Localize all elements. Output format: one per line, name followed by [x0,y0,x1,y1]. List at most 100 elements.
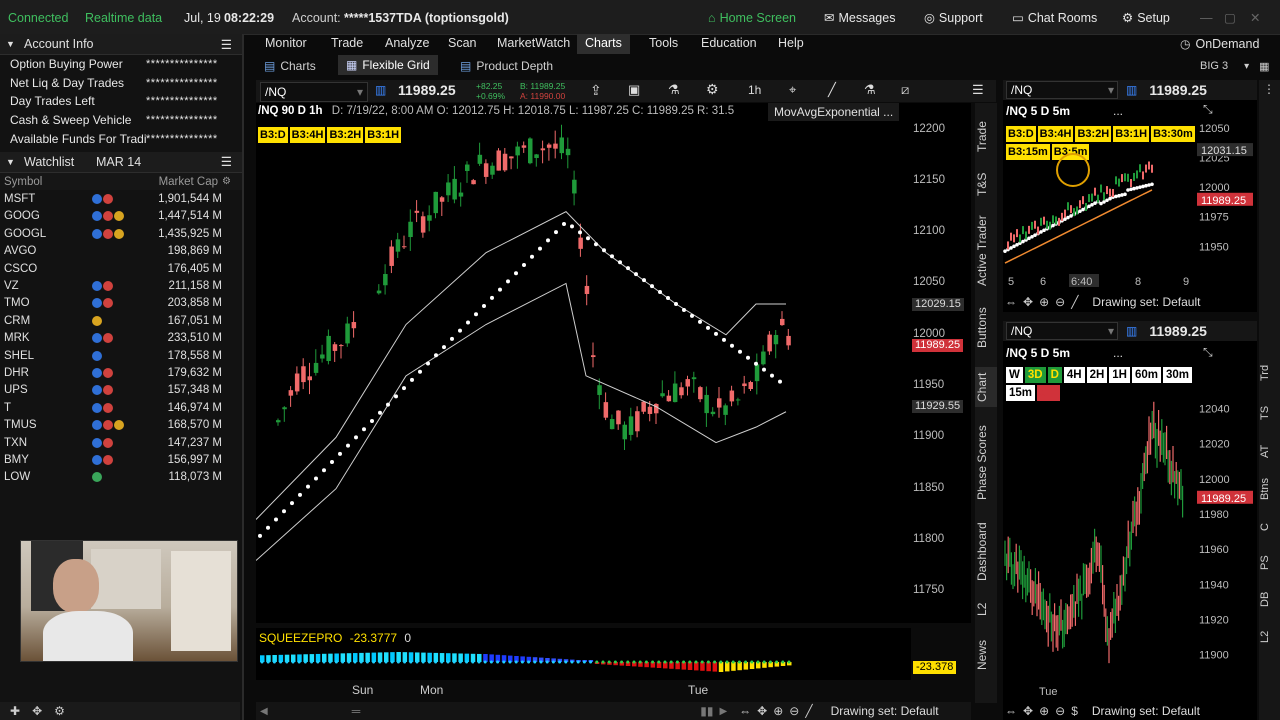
watchlist-symbol[interactable]: TMUS [0,419,92,431]
zoom-out-icon[interactable]: ⊖ [1055,704,1065,718]
watchlist-symbol[interactable]: GOOGL [0,228,92,240]
main-price-axis[interactable]: 12200 12150 12100 12050 12000 11950 11900 11850… [911,103,971,623]
flask-icon[interactable]: ⚗ [668,82,680,98]
nav-analyze[interactable]: Analyze [385,34,429,54]
zoom-out-icon[interactable]: ⊖ [1055,295,1065,309]
watchlist-symbol[interactable]: SHEL [0,350,92,362]
main-chart-area[interactable]: /NQ 90 D 1h D: 7/19/22, 8:00 AM O: 12012… [256,103,924,623]
drawing-icon[interactable]: ╱ [1071,295,1078,309]
link-icon[interactable]: ▥ [1126,324,1137,338]
mini2-symbol-input[interactable]: /NQ ▾ [1006,322,1118,340]
right-tab[interactable]: TS [1259,398,1280,428]
vtab-news[interactable]: News [975,635,997,675]
subnav-charts[interactable]: ▤ Charts [264,57,316,75]
dollar-icon[interactable]: $ [1071,704,1078,718]
blue-event-icon[interactable] [92,333,102,344]
watchlist-row[interactable]: LOW 118,073 M [0,469,242,486]
watchlist-row[interactable]: MSFT 1,901,544 M [0,190,242,207]
zoom-in-icon[interactable]: ⊕ [773,704,783,718]
vtab-buttons[interactable]: Buttons [975,303,997,353]
move-icon[interactable]: ✥ [32,704,42,718]
crosshair-icon[interactable]: ⌖ [789,82,796,98]
blue-event-icon[interactable] [92,420,102,431]
mini-chart-1[interactable]: /NQ ▾ ▥ 11989.25 /NQ 5 D 5m ... ⤡ B3:D B3… [1003,80,1257,312]
link-icon[interactable]: ▥ [375,83,386,97]
minimize-icon[interactable]: — [1200,0,1213,34]
vtab-l2[interactable]: L2 [975,597,997,621]
home-screen-button[interactable]: ⌂ Home Screen [708,0,796,34]
nav-monitor[interactable]: Monitor [265,34,307,54]
account-value[interactable]: *****1537TDA (toptionsgold) [344,0,509,34]
blue-event-icon[interactable] [92,228,102,239]
mini1-symbol-input[interactable]: /NQ ▾ [1006,81,1118,99]
account-info-header[interactable]: ▼ Account Info ☰ [0,34,242,55]
nav-marketwatch[interactable]: MarketWatch [497,34,570,54]
watchlist-row[interactable]: AVGO 198,869 M [0,243,242,260]
layout-icon[interactable]: ▦ [1259,60,1269,73]
right-tab[interactable]: DB [1259,584,1280,614]
watchlist-row[interactable]: GOOGL 1,435,925 M [0,225,242,242]
vtab-phase-scores[interactable]: Phase Scores [975,421,997,505]
support-button[interactable]: ◎ Support [924,0,983,34]
move-icon[interactable]: ✥ [1023,295,1033,309]
watchlist-symbol[interactable]: UPS [0,384,92,396]
menu-icon[interactable]: ☰ [221,154,232,169]
menu-icon[interactable]: ☰ [972,82,984,98]
chat-rooms-button[interactable]: ▭ Chat Rooms [1012,0,1097,34]
red-event-icon[interactable] [103,333,113,344]
right-tab[interactable]: Trd [1259,358,1280,388]
vtab-dashboard[interactable]: Dashboard [975,517,997,587]
vtab-trade[interactable]: Trade [975,117,997,157]
link-icon[interactable]: ▥ [1126,83,1137,97]
draw-line-icon[interactable]: ╱ [828,82,836,98]
blue-event-icon[interactable] [92,454,102,465]
col-symbol[interactable]: Symbol [0,176,122,188]
nav-tools[interactable]: Tools [649,34,678,54]
pattern-icon[interactable]: ⧄ [901,82,909,98]
red-event-icon[interactable] [103,420,113,431]
blue-event-icon[interactable] [92,367,102,378]
vtab-chart[interactable]: Chart [975,367,997,407]
watchlist-header[interactable]: ▼ Watchlist MAR 14 ☰ [0,151,242,173]
blue-event-icon[interactable] [92,350,102,361]
setup-button[interactable]: ⚙ Setup [1122,0,1170,34]
watchlist-symbol[interactable]: DHR [0,367,92,379]
red-event-icon[interactable] [103,211,113,222]
watchlist-row[interactable]: BMY 156,997 M [0,451,242,468]
watchlist-symbol[interactable]: VZ [0,280,92,292]
mini-chart-2[interactable]: /NQ ▾ ▥ 11989.25 /NQ 5 D 5m ... ⤡ W 3D D 4H… [1003,321,1257,720]
expand-icon[interactable]: ⇔ [1005,704,1017,718]
right-tab[interactable]: L2 [1259,622,1280,652]
subnav-flexible-grid[interactable]: ▦ Flexible Grid [338,55,438,75]
more-icon[interactable]: ⋮ [1263,82,1275,96]
watchlist-symbol[interactable]: MRK [0,332,92,344]
expand-icon[interactable]: ⇔ [1005,295,1017,309]
blue-event-icon[interactable] [92,194,102,205]
watchlist-symbol[interactable]: TMO [0,297,92,309]
watchlist-symbol[interactable]: AVGO [0,245,92,257]
watchlist-row[interactable]: T 146,974 M [0,399,242,416]
ondemand-button[interactable]: ◷ OnDemand [1180,35,1259,53]
timeframe-button[interactable]: 1h [748,83,761,97]
scrollbar-thumb[interactable]: ═ [352,704,361,718]
red-event-icon[interactable] [103,194,113,205]
red-event-icon[interactable] [103,228,113,239]
watchlist-row[interactable]: CRM 167,051 M [0,312,242,329]
vtab-active-trader[interactable]: Active Trader [975,211,997,291]
watchlist-symbol[interactable]: CSCO [0,263,92,275]
expand-icon[interactable]: ⇔ [739,704,751,718]
red-event-icon[interactable] [103,437,113,448]
right-tab[interactable]: AT [1259,436,1280,466]
nav-scan[interactable]: Scan [448,34,477,54]
right-tab[interactable]: PS [1259,548,1280,578]
watchlist-row[interactable]: VZ 211,158 M [0,277,242,294]
squeeze-panel[interactable]: SQUEEZEPRO -23.3777 0 [256,628,911,680]
blue-event-icon[interactable] [92,211,102,222]
red-event-icon[interactable] [103,298,113,309]
gear-icon[interactable]: ⚙ [222,176,231,187]
watchlist-symbol[interactable]: TXN [0,437,92,449]
red-event-icon[interactable] [103,402,113,413]
drawing-set-label[interactable]: Drawing set: Default [831,704,939,718]
watchlist-symbol[interactable]: T [0,402,92,414]
watchlist-row[interactable]: UPS 157,348 M [0,382,242,399]
